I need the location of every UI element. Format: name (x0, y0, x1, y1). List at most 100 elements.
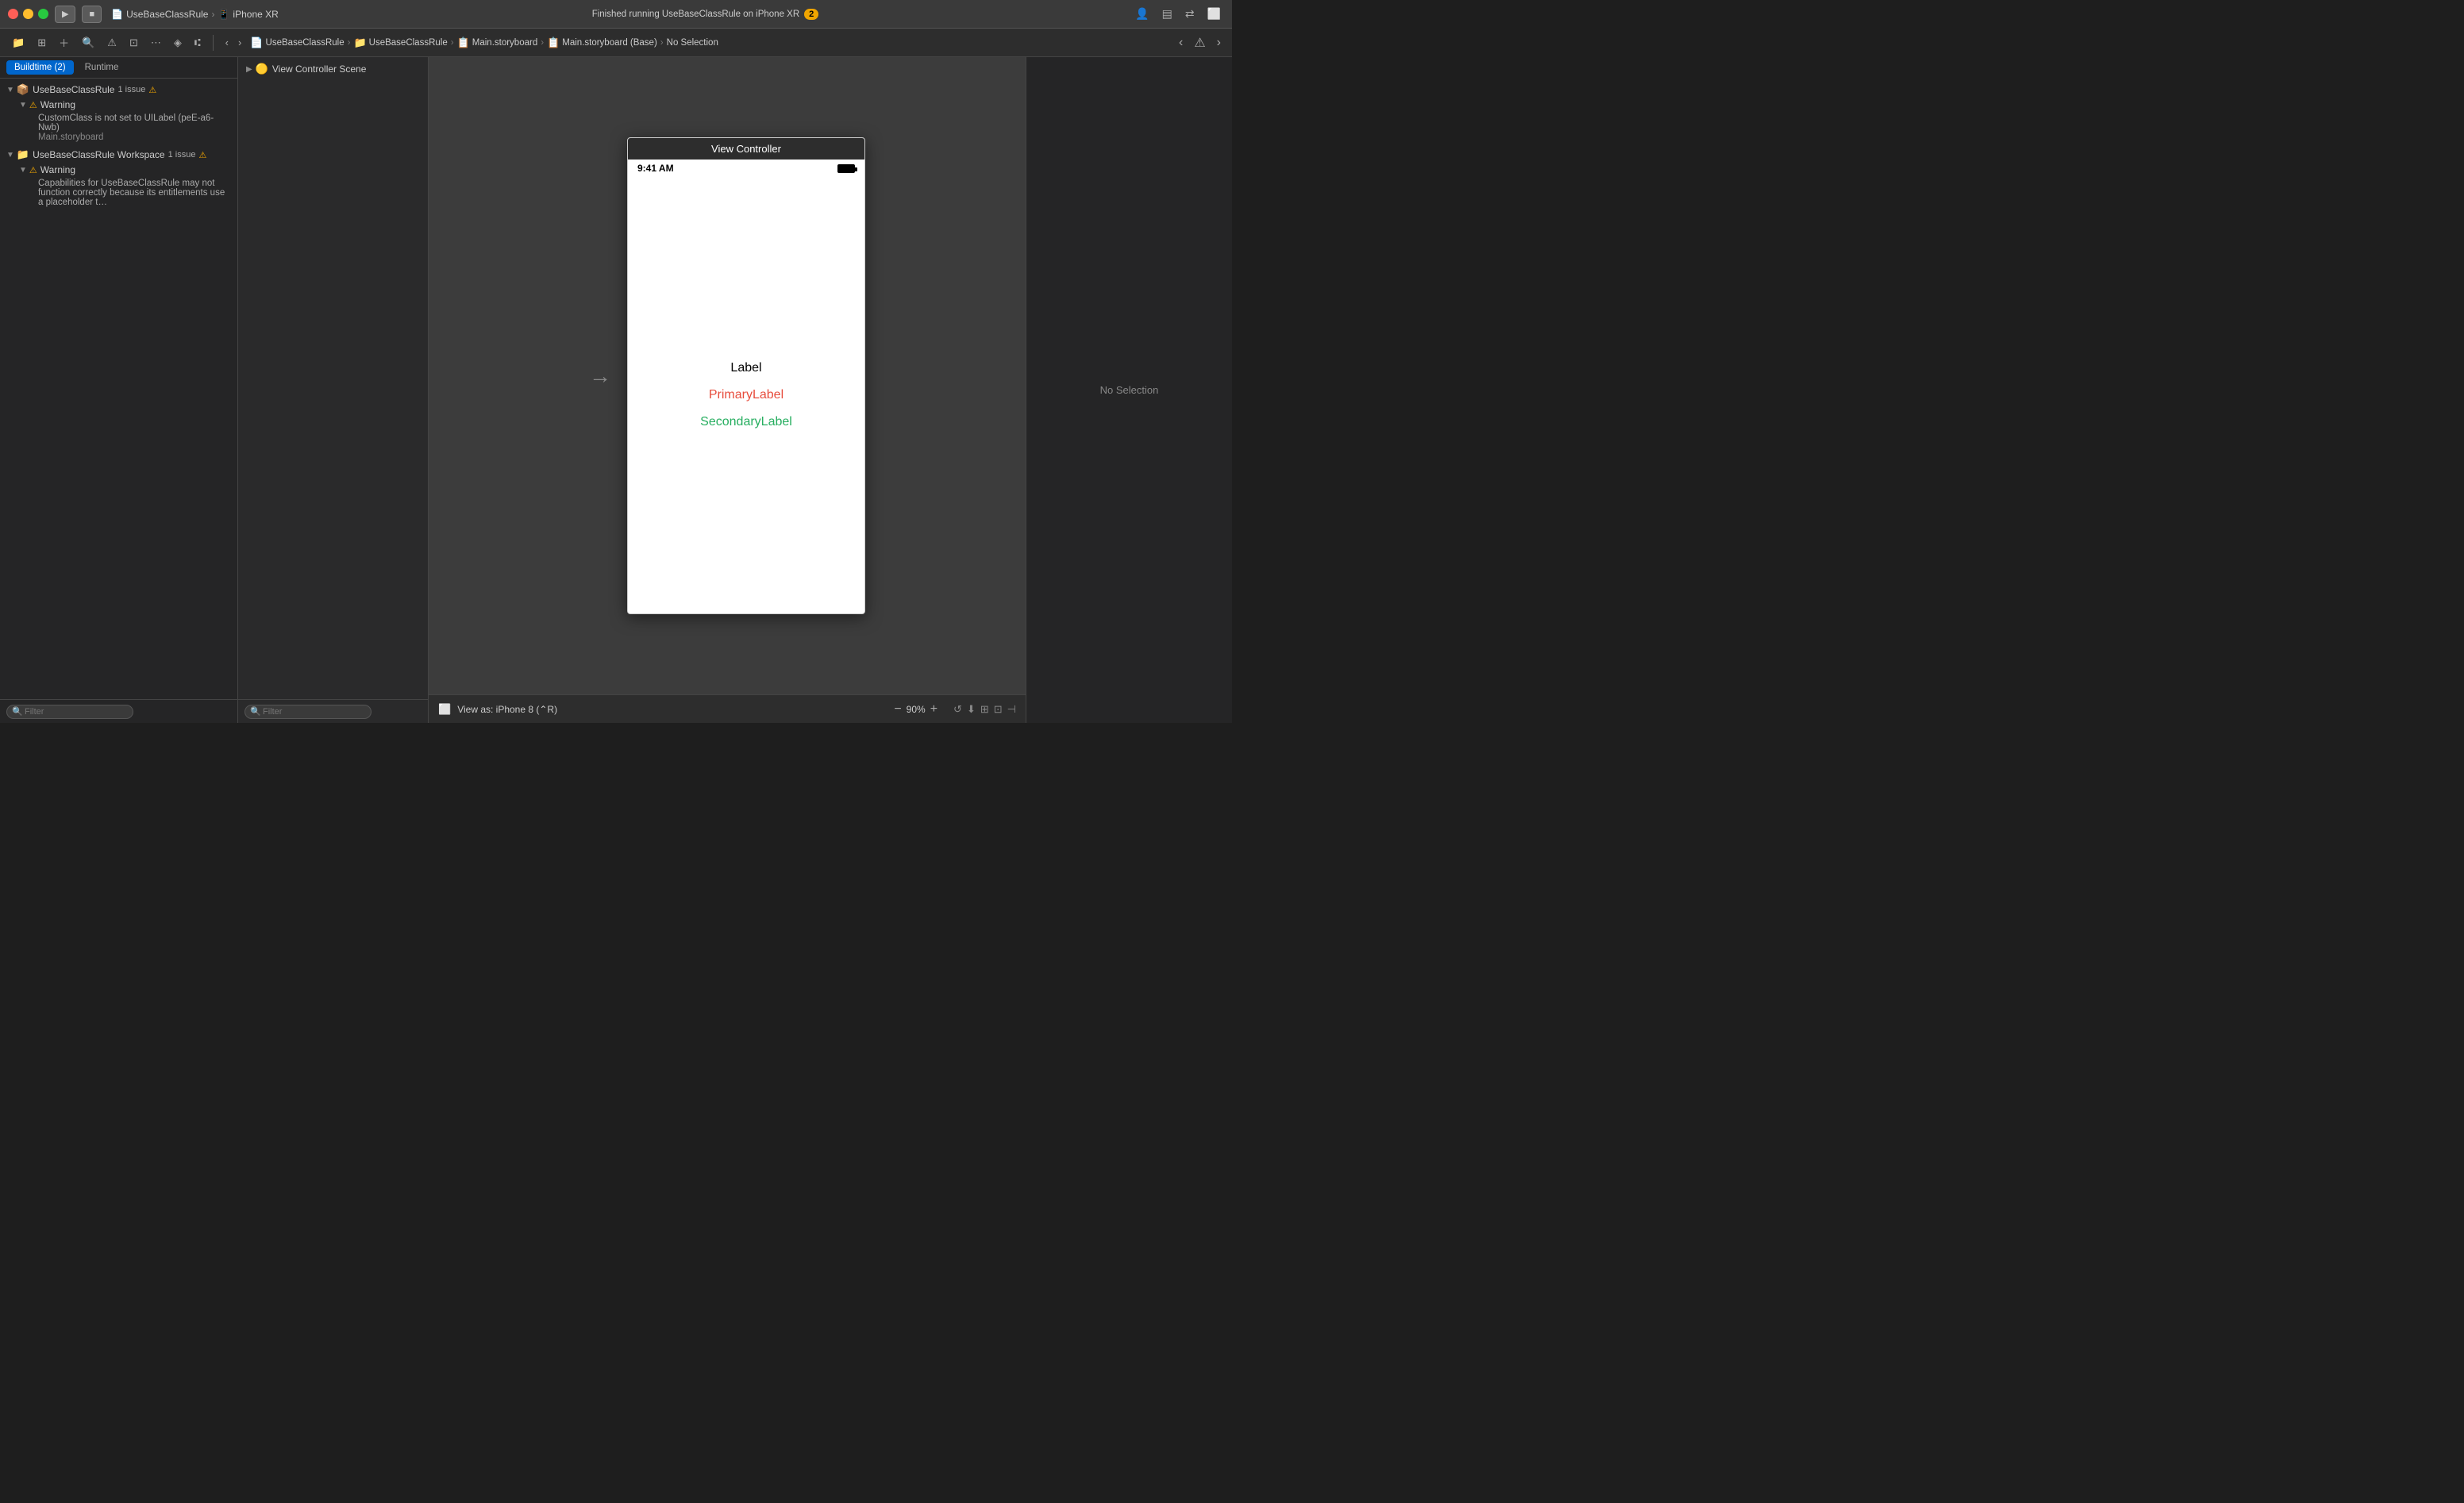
breadcrumb-item-4[interactable]: 📋 Main.storyboard (Base) (547, 37, 657, 49)
iphone-title-bar: View Controller (628, 138, 864, 160)
warning-text-1: CustomClass is not set to UILabel (peE-a… (38, 113, 231, 133)
scene-item-vc[interactable]: ▶ 🟡 View Controller Scene (238, 60, 428, 78)
device-label[interactable]: iPhone XR (233, 9, 278, 20)
zoom-in-button[interactable]: + (930, 702, 937, 717)
device-icon: 📱 (218, 9, 229, 20)
breadcrumb-item-1[interactable]: 📄 UseBaseClassRule (250, 37, 344, 49)
warning-detail-2[interactable]: Capabilities for UseBaseClassRule may no… (0, 177, 237, 209)
ruler-icon[interactable]: ⊣ (1007, 703, 1016, 716)
issues-filter-input[interactable] (6, 705, 133, 719)
zoom-controls: − 90% + (894, 702, 937, 717)
scheme-icon: 📄 (111, 9, 123, 20)
filter-search-icon: 🔍 (12, 706, 23, 717)
navigator-tabs: Buildtime (2) Runtime (0, 57, 237, 79)
arrow-icon-3: ▼ (6, 151, 14, 160)
download-icon[interactable]: ⬇ (967, 703, 976, 716)
grid-icon[interactable]: ⋯ (147, 35, 165, 51)
warning-icon[interactable]: ⚠ (103, 35, 121, 51)
breadcrumb-label-2: UseBaseClassRule (369, 38, 448, 48)
no-selection-label: No Selection (1100, 384, 1159, 396)
zoom-out-button[interactable]: − (894, 702, 901, 717)
inspector-panel: No Selection (1026, 57, 1232, 723)
label-primary[interactable]: PrimaryLabel (709, 388, 783, 402)
iphone-status-bar: 9:41 AM (628, 160, 864, 177)
nav-back[interactable]: ‹ (221, 35, 233, 50)
grid-toggle-icon[interactable]: ⊞ (980, 703, 989, 716)
branch-icon[interactable]: ⑆ (191, 35, 205, 50)
run-button[interactable]: ▶ (55, 6, 75, 23)
toolbar-right: ‹ ⚠ › (1176, 33, 1224, 52)
warning-indicator[interactable]: ⚠ (1191, 33, 1208, 52)
sep-2: › (451, 38, 454, 48)
canvas-footer: ⬜ View as: iPhone 8 (⌃R) − 90% + ↺ ⬇ ⊞ ⊡… (429, 694, 1026, 723)
iphone-time: 9:41 AM (637, 163, 674, 174)
scheme-label[interactable]: UseBaseClassRule (126, 9, 208, 20)
arrow-icon-2: ▼ (19, 101, 27, 110)
breadcrumb-item-5[interactable]: No Selection (667, 38, 718, 48)
aspect-icon[interactable]: ⊡ (994, 703, 1003, 716)
issues-navigator: Buildtime (2) Runtime ▼ 📦 UseBaseClassRu… (0, 57, 238, 723)
label-default[interactable]: Label (730, 361, 761, 375)
fit-icon[interactable]: ↺ (953, 703, 962, 716)
battery-icon (837, 164, 855, 173)
iphone-frame: View Controller 9:41 AM Label PrimaryLab… (627, 137, 865, 614)
warn-tri-2: ⚠ (29, 165, 37, 175)
close-button[interactable] (8, 9, 18, 19)
warning-file-1: Main.storyboard (38, 133, 231, 142)
stop-button[interactable]: ■ (82, 6, 102, 23)
nav-arrows: ‹ › (221, 35, 246, 50)
filter-wrapper: 🔍 (6, 705, 133, 719)
scene-panel-footer: 🔍 (238, 699, 428, 723)
warning-detail-1[interactable]: CustomClass is not set to UILabel (peE-a… (0, 112, 237, 144)
buildtime-tab[interactable]: Buildtime (2) (6, 60, 74, 75)
split-view-icon[interactable]: ▤ (1159, 6, 1176, 22)
project-icon: 📦 (17, 83, 29, 96)
project-warn-icon: ⚠ (148, 85, 156, 95)
label-secondary[interactable]: SecondaryLabel (700, 415, 792, 429)
account-icon[interactable]: 👤 (1132, 6, 1152, 22)
warning-label-2: Warning (40, 164, 75, 175)
inspector-icons[interactable]: ⬜ (1204, 6, 1224, 22)
scene-filter-input[interactable] (244, 705, 372, 719)
footer-right-icons: ↺ ⬇ ⊞ ⊡ ⊣ (953, 703, 1016, 716)
tree-item-workspace[interactable]: ▼ 📁 UseBaseClassRule Workspace 1 issue ⚠ (0, 147, 237, 163)
breadcrumb-item-3[interactable]: 📋 Main.storyboard (457, 37, 538, 49)
sep-3: › (541, 38, 544, 48)
warning-nav-icon[interactable]: ‹ (1176, 34, 1186, 52)
workspace-label: UseBaseClassRule Workspace (33, 149, 165, 160)
folder-icon[interactable]: 📁 (8, 35, 29, 51)
add-icon[interactable]: ＋ (55, 33, 73, 52)
canvas-device-icon[interactable]: ⬜ (438, 703, 451, 716)
iphone-scene: → View Controller 9:41 AM Label PrimaryL… (589, 137, 865, 614)
minimize-button[interactable] (23, 9, 33, 19)
tree-item-warning-1[interactable]: ▼ ⚠ Warning (0, 98, 237, 112)
runtime-tab[interactable]: Runtime (77, 60, 127, 75)
tree-item-project[interactable]: ▼ 📦 UseBaseClassRule 1 issue ⚠ (0, 82, 237, 98)
traffic-lights (8, 9, 48, 19)
breadcrumb-item-2[interactable]: 📁 UseBaseClassRule (353, 37, 447, 49)
iphone-body: Label PrimaryLabel SecondaryLabel (628, 177, 864, 613)
warning-badge[interactable]: 2 (804, 9, 818, 20)
initial-segue-arrow: → (589, 363, 611, 389)
filter-icon[interactable]: ⊡ (125, 35, 142, 51)
scheme-breadcrumb: 📄 UseBaseClassRule › 📱 iPhone XR (111, 9, 279, 20)
warning-nav-forward[interactable]: › (1214, 34, 1224, 52)
tree-item-warning-2[interactable]: ▼ ⚠ Warning (0, 163, 237, 177)
scene-label: View Controller Scene (272, 63, 367, 75)
hierarchy-icon[interactable]: ⊞ (33, 35, 50, 51)
scene-icon: 🟡 (256, 63, 268, 75)
commit-icon[interactable]: ◈ (170, 35, 186, 51)
project-label: UseBaseClassRule (33, 84, 114, 95)
nav-forward[interactable]: › (234, 35, 245, 50)
sep-4: › (660, 38, 664, 48)
editor-breadcrumb: 📄 UseBaseClassRule › 📁 UseBaseClassRule … (250, 37, 1171, 49)
view-as-text: View as: iPhone 8 (⌃R) (457, 704, 557, 715)
scene-filter-wrapper: 🔍 (244, 705, 372, 719)
scene-panel: ▶ 🟡 View Controller Scene 🔍 (238, 57, 429, 723)
back-forward-icon[interactable]: ⇄ (1182, 6, 1198, 22)
sep-1: › (348, 38, 351, 48)
search-icon[interactable]: 🔍 (78, 35, 98, 51)
folder-icon-2: 📁 (353, 37, 366, 49)
maximize-button[interactable] (38, 9, 48, 19)
main-layout: Buildtime (2) Runtime ▼ 📦 UseBaseClassRu… (0, 57, 1232, 723)
